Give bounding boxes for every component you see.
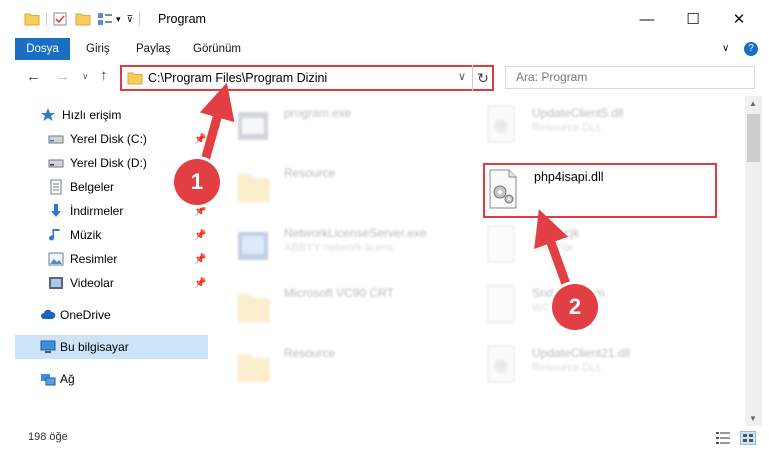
step-badge-1: 1 — [174, 159, 220, 205]
details-view-icon[interactable] — [716, 432, 730, 444]
arrow-to-file — [534, 209, 571, 289]
annotation-arrows — [199, 82, 571, 289]
item-count: 198 öğe — [28, 431, 68, 443]
status-bar: 198 öğe — [0, 426, 769, 467]
arrow-to-address — [199, 82, 235, 169]
step-badge-2: 2 — [552, 284, 598, 330]
large-icons-view-icon[interactable] — [740, 431, 756, 445]
